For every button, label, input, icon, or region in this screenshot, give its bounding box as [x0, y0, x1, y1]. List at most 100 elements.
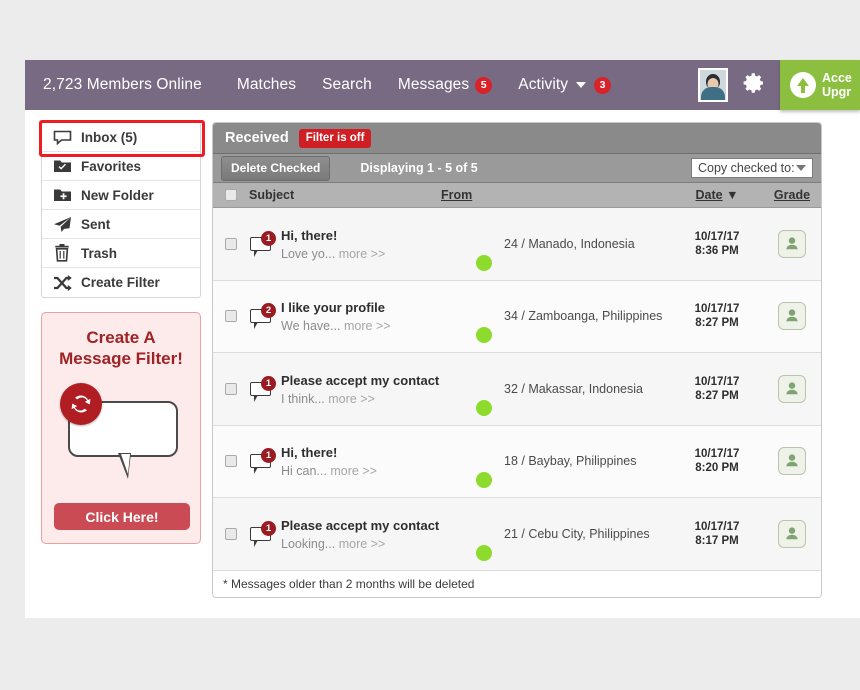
message-grade-cell[interactable] [763, 447, 821, 476]
message-grade-cell[interactable] [763, 229, 821, 258]
chevron-down-icon [576, 82, 587, 88]
message-date-cell: 10/17/17 8:17 PM [671, 520, 763, 548]
person-badge-icon[interactable] [778, 374, 806, 403]
message-count-badge: 1 [261, 375, 276, 391]
subject-title: I like your profile [281, 300, 386, 316]
sender-age-location: 18 / Baybay, Philippines [504, 454, 637, 469]
message-date-cell: 10/17/17 8:27 PM [671, 302, 763, 330]
trash-icon [52, 244, 72, 262]
message-date: 10/17/17 [694, 230, 740, 243]
gear-icon[interactable] [742, 71, 766, 100]
table-row[interactable]: 1 Hi, there! Love yo... more >> 24 / Manado… [213, 208, 821, 281]
message-grade-cell[interactable] [763, 519, 821, 548]
avatar[interactable] [441, 287, 495, 345]
message-date: 10/17/17 [694, 303, 740, 316]
message-subject-cell[interactable]: 1 Please accept my contact Looking... more… [249, 517, 441, 551]
sender-age-location: 32 / Makassar, Indonesia [504, 381, 643, 396]
more-link[interactable]: more >> [339, 247, 386, 261]
promo-click-here-button[interactable]: Click Here! [54, 503, 190, 530]
row-checkbox-cell[interactable] [213, 237, 249, 250]
access-upgrade-button[interactable]: Acce Upgr [780, 60, 860, 110]
message-time: 8:20 PM [695, 462, 739, 475]
avatar[interactable] [441, 215, 495, 273]
avatar-shirt [701, 87, 725, 100]
row-checkbox-cell[interactable] [213, 310, 249, 323]
sidebar-item-trash-label: Trash [81, 245, 118, 261]
person-badge-icon[interactable] [778, 447, 806, 476]
table-row[interactable]: 1 Please accept my contact Looking... more… [213, 498, 821, 571]
sender-cell[interactable]: 24 / Manado, Indonesia [441, 215, 671, 273]
column-header-grade[interactable]: Grade [763, 188, 821, 202]
nav-item-search[interactable]: Search [309, 76, 385, 94]
message-subject-cell[interactable]: 1 Please accept my contact I think... more… [249, 372, 441, 406]
sidebar-item-sent[interactable]: Sent [42, 210, 200, 239]
upgrade-line-2: Upgr [822, 85, 852, 99]
message-subject-cell[interactable]: 2 I like your profile We have... more >> [249, 299, 441, 333]
create-filter-promo[interactable]: Create A Message Filter! Click Here! [41, 312, 201, 544]
nav-item-messages[interactable]: Messages 5 [385, 76, 505, 94]
message-count-badge: 1 [261, 448, 276, 464]
messages-badge: 5 [475, 76, 493, 94]
user-photo-icon[interactable] [698, 68, 728, 102]
table-row[interactable]: 1 Please accept my contact I think... more… [213, 353, 821, 426]
table-row[interactable]: 1 Hi, there! Hi can... more >> 18 / Baybay,… [213, 425, 821, 498]
person-badge-icon[interactable] [778, 229, 806, 258]
sender-cell[interactable]: 18 / Baybay, Philippines [441, 432, 671, 490]
column-header-date[interactable]: Date ▼ [671, 188, 763, 202]
sidebar-item-trash[interactable]: Trash [42, 239, 200, 268]
copy-checked-to-select[interactable]: Copy checked to: [691, 158, 813, 178]
folder-plus-icon [52, 186, 72, 204]
sidebar-item-create-filter[interactable]: Create Filter [42, 268, 200, 297]
sidebar-item-new-folder[interactable]: New Folder [42, 181, 200, 210]
message-date: 10/17/17 [694, 448, 740, 461]
sidebar-item-favorites[interactable]: Favorites [42, 152, 200, 181]
paper-plane-icon [52, 215, 72, 233]
avatar[interactable] [441, 505, 495, 563]
message-grade-cell[interactable] [763, 374, 821, 403]
row-checkbox[interactable] [225, 237, 237, 250]
sender-cell[interactable]: 34 / Zamboanga, Philippines [441, 287, 671, 345]
more-link[interactable]: more >> [330, 464, 377, 478]
panel-toolbar: Delete Checked Displaying 1 - 5 of 5 Cop… [213, 154, 821, 183]
nav-left-group: 2,723 Members Online Matches Search Mess… [25, 76, 624, 94]
column-header-from[interactable]: From [441, 188, 671, 202]
promo-illustration [56, 383, 186, 479]
row-checkbox-cell[interactable] [213, 382, 249, 395]
message-date-cell: 10/17/17 8:20 PM [671, 447, 763, 475]
delete-checked-button[interactable]: Delete Checked [221, 155, 331, 181]
more-link[interactable]: more >> [339, 537, 386, 551]
select-all-checkbox[interactable] [225, 189, 237, 201]
sidebar-item-favorites-label: Favorites [81, 158, 142, 174]
message-subject-cell[interactable]: 1 Hi, there! Hi can... more >> [249, 444, 441, 478]
sender-cell[interactable]: 21 / Cebu City, Philippines [441, 505, 671, 563]
sender-age-location: 34 / Zamboanga, Philippines [504, 309, 663, 324]
more-link[interactable]: more >> [328, 392, 375, 406]
person-badge-icon[interactable] [778, 519, 806, 548]
person-badge-icon[interactable] [778, 302, 806, 331]
sender-cell[interactable]: 32 / Makassar, Indonesia [441, 360, 671, 418]
row-checkbox-cell[interactable] [213, 527, 249, 540]
avatar[interactable] [441, 360, 495, 418]
message-grade-cell[interactable] [763, 302, 821, 331]
preview-text: We have... [281, 319, 341, 334]
nav-item-activity[interactable]: Activity 3 [505, 76, 624, 94]
members-online-count: 2,723 Members Online [43, 76, 202, 93]
row-checkbox[interactable] [225, 455, 237, 468]
sidebar-item-inbox[interactable]: Inbox (5) [42, 123, 200, 152]
row-checkbox-cell[interactable] [213, 455, 249, 468]
filter-status-badge[interactable]: Filter is off [298, 128, 372, 148]
message-subject-cell[interactable]: 1 Hi, there! Love yo... more >> [249, 227, 441, 261]
sender-info: 24 / Manado, Indonesia [504, 235, 635, 253]
avatar[interactable] [441, 432, 495, 490]
subject-preview: We have... more >> [281, 319, 391, 333]
column-header-date-label: Date [695, 188, 723, 202]
row-checkbox[interactable] [225, 310, 237, 323]
subject-title: Please accept my contact [281, 517, 440, 533]
row-checkbox[interactable] [225, 382, 237, 395]
more-link[interactable]: more >> [344, 319, 391, 333]
select-all-checkbox-cell[interactable] [213, 189, 249, 201]
nav-item-matches[interactable]: Matches [224, 76, 309, 94]
table-row[interactable]: 2 I like your profile We have... more >> 34… [213, 280, 821, 353]
row-checkbox[interactable] [225, 527, 237, 540]
column-header-from-label: From [441, 188, 473, 202]
